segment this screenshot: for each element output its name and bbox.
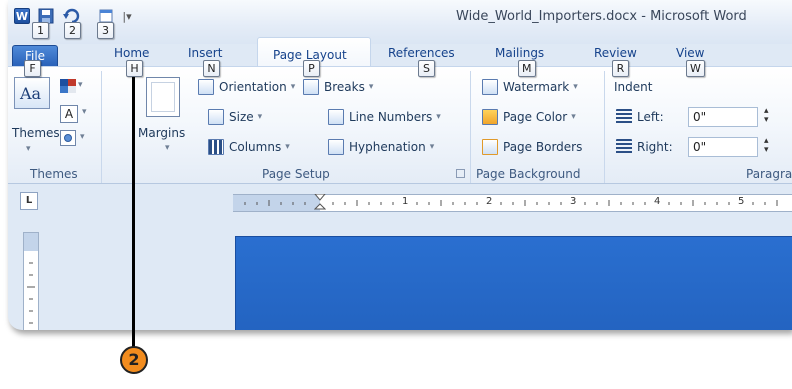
indent-right-icon bbox=[616, 139, 632, 155]
theme-effects-icon[interactable] bbox=[60, 130, 76, 146]
keytip-page-layout: P bbox=[303, 60, 320, 77]
keytip-qat-3: 3 bbox=[97, 22, 114, 39]
keytip-references: S bbox=[418, 60, 435, 77]
group-separator bbox=[604, 71, 605, 183]
group-separator bbox=[470, 71, 471, 183]
keytip-home: H bbox=[126, 60, 143, 77]
watermark-icon bbox=[482, 79, 498, 95]
word-window: W |▾ 1 2 3 Wide_World_Importers.docx - M… bbox=[8, 0, 792, 330]
page-background-group-label: Page Background bbox=[476, 167, 581, 181]
themes-group-label: Themes bbox=[30, 167, 78, 181]
themes-button[interactable]: Themes bbox=[12, 123, 60, 143]
orientation-icon bbox=[198, 79, 214, 95]
ruler-number: 5 bbox=[738, 196, 745, 207]
ruler-number: 3 bbox=[570, 196, 577, 207]
customize-qat-button[interactable]: |▾ bbox=[120, 6, 134, 26]
watermark-button[interactable]: Watermark ▾ bbox=[482, 77, 578, 97]
tab-selector-button[interactable]: L bbox=[20, 192, 38, 210]
document-title: Wide_World_Importers.docx - Microsoft Wo… bbox=[456, 9, 747, 24]
indent-left-input[interactable]: 0" bbox=[688, 107, 758, 127]
keytip-file: F bbox=[24, 60, 41, 77]
indent-header: Indent bbox=[614, 80, 653, 94]
callout-pointer-line bbox=[132, 77, 135, 349]
keytip-insert: N bbox=[203, 60, 220, 77]
page-color-icon bbox=[482, 109, 498, 125]
indent-right-label: Right: bbox=[616, 137, 673, 157]
indent-left-label: Left: bbox=[616, 107, 664, 127]
ribbon: Aa Themes ▾ ▾ A ▾ ▾ Themes Margins ▾ Ori… bbox=[8, 60, 792, 184]
indent-right-input[interactable]: 0" bbox=[688, 137, 758, 157]
theme-colors-icon[interactable] bbox=[60, 79, 76, 93]
indent-left-icon bbox=[616, 109, 632, 125]
word-app-icon[interactable]: W bbox=[14, 8, 30, 24]
hyphenation-button[interactable]: Hyphenation ▾ bbox=[328, 137, 434, 157]
margins-icon[interactable] bbox=[146, 77, 180, 117]
ruler-number: 1 bbox=[402, 196, 409, 207]
page-setup-dialog-launcher-icon[interactable] bbox=[456, 169, 465, 178]
margins-button[interactable]: Margins bbox=[138, 123, 185, 143]
theme-effects-dropdown-icon[interactable]: ▾ bbox=[80, 132, 85, 142]
theme-fonts-dropdown-icon[interactable]: ▾ bbox=[82, 107, 87, 117]
size-button[interactable]: Size ▾ bbox=[208, 107, 262, 127]
columns-icon bbox=[208, 139, 224, 155]
theme-fonts-icon[interactable]: A bbox=[60, 105, 78, 123]
keytip-view: W bbox=[686, 60, 705, 77]
themes-dropdown-icon[interactable]: ▾ bbox=[26, 139, 31, 159]
keytip-qat-2: 2 bbox=[64, 22, 81, 39]
page-borders-button[interactable]: Page Borders bbox=[482, 137, 582, 157]
orientation-button[interactable]: Orientation ▾ bbox=[198, 77, 295, 97]
keytip-mailings: M bbox=[518, 60, 536, 77]
ruler-number: 4 bbox=[654, 196, 661, 207]
indent-left-spinner-icon[interactable]: ▴ ▾ bbox=[764, 107, 769, 125]
title-bar: W |▾ 1 2 3 Wide_World_Importers.docx - M… bbox=[8, 0, 792, 44]
ruler-number: 2 bbox=[486, 196, 493, 207]
line-numbers-button[interactable]: Line Numbers ▾ bbox=[328, 107, 441, 127]
hyphenation-icon bbox=[328, 139, 344, 155]
horizontal-ruler[interactable]: 1 2 3 4 5 bbox=[233, 194, 792, 212]
keytip-qat-1: 1 bbox=[32, 22, 49, 39]
theme-colors-dropdown-icon[interactable]: ▾ bbox=[78, 80, 83, 90]
breaks-button[interactable]: Breaks ▾ bbox=[303, 77, 373, 97]
keytip-review: R bbox=[612, 60, 629, 77]
columns-button[interactable]: Columns ▾ bbox=[208, 137, 290, 157]
indent-right-spinner-icon[interactable]: ▴ ▾ bbox=[764, 137, 769, 155]
themes-icon[interactable]: Aa bbox=[14, 77, 50, 109]
document-page[interactable] bbox=[235, 236, 792, 330]
line-numbers-icon bbox=[328, 109, 344, 125]
breaks-icon bbox=[303, 79, 319, 95]
vertical-ruler[interactable] bbox=[23, 232, 39, 330]
page-borders-icon bbox=[482, 139, 498, 155]
group-separator bbox=[101, 71, 102, 183]
page-setup-group-label: Page Setup bbox=[262, 167, 330, 181]
size-icon bbox=[208, 109, 224, 125]
indent-marker-icon[interactable] bbox=[314, 194, 326, 212]
paragraph-group-label: Paragra bbox=[746, 167, 792, 181]
margins-dropdown-icon[interactable]: ▾ bbox=[165, 143, 170, 153]
ruler-area: L 1 2 3 4 5 bbox=[8, 185, 792, 219]
callout-step-badge: 2 bbox=[120, 346, 148, 374]
page-color-button[interactable]: Page Color ▾ bbox=[482, 107, 576, 127]
